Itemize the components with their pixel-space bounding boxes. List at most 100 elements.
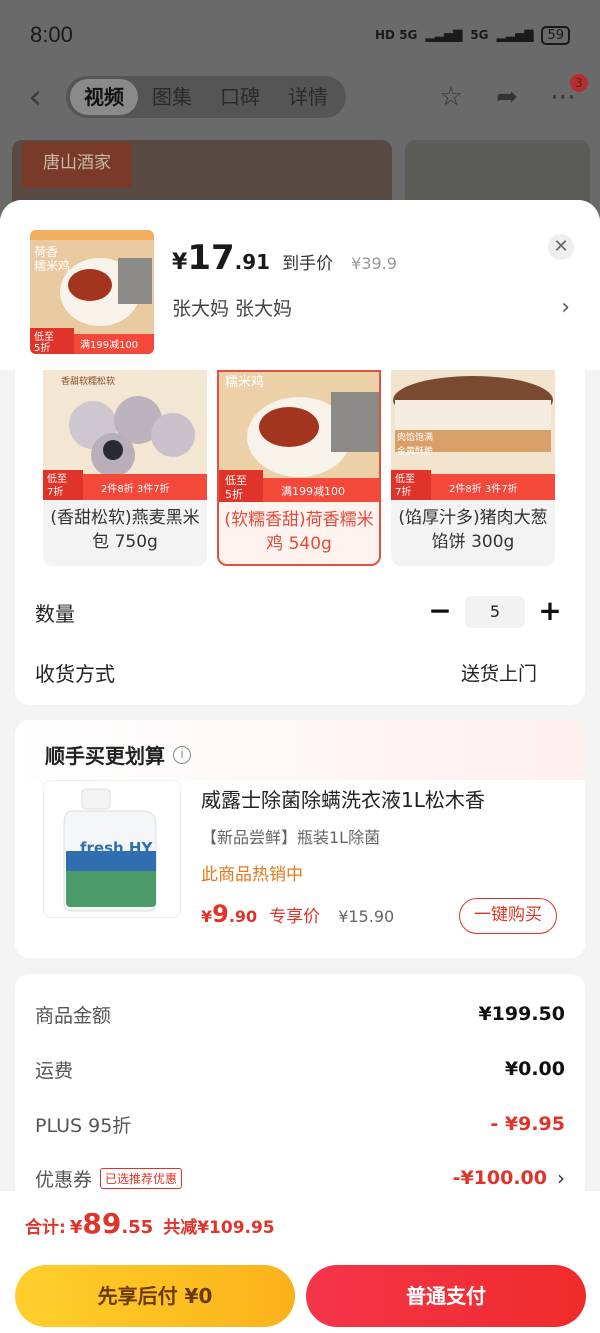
total-label: 合计: <box>25 1218 66 1238</box>
summary-value: - ¥9.95 <box>490 1113 565 1135</box>
network-indicator-2: 5G <box>470 28 489 42</box>
addon-old-price: ¥15.90 <box>338 907 395 926</box>
network-indicator-1: HD 5G <box>375 28 418 42</box>
svg-text:糯米鸡: 糯米鸡 <box>225 374 264 390</box>
sheet-header: 荷香 糯米鸡 低至 5折 满199减100 ¥ 17 .91 到手价 ¥39.9… <box>0 200 600 370</box>
addon-name[interactable]: 威露士除菌除螨洗衣液1L松木香 <box>201 784 485 813</box>
signal-bars-icon: ▂▃▅▇ <box>425 28 463 42</box>
notification-badge: 3 <box>570 74 588 92</box>
bottle-brand: fresh HY <box>80 839 153 857</box>
price-label: 到手价 <box>282 254 334 274</box>
original-price: ¥39.9 <box>351 254 397 273</box>
option-pork-scallion-pie[interactable]: 肉馅饱满 金黄酥脆 低至 7折 2件8折 3件7折 (馅厚汁多)猪肉大葱馅饼 3… <box>391 370 555 566</box>
media-tabs: 视频 图集 口碑 详情 <box>66 76 346 118</box>
address-row[interactable]: 张大妈 张大妈 › <box>172 294 570 321</box>
pay-later-button[interactable]: 先享后付 ¥0 <box>15 1265 295 1327</box>
svg-text:5折: 5折 <box>225 487 243 501</box>
tab-details[interactable]: 详情 <box>274 79 342 115</box>
summary-value: ¥199.50 <box>478 1003 565 1025</box>
battery-icon: 59 <box>541 25 570 45</box>
svg-text:满199减100: 满199减100 <box>281 485 345 498</box>
plus-button[interactable]: + <box>535 597 565 627</box>
svg-text:7折: 7折 <box>47 485 63 498</box>
option-label: (软糯香甜)荷香糯米鸡 540g <box>224 510 374 554</box>
svg-text:低至: 低至 <box>34 330 54 343</box>
option-oat-bun[interactable]: 低至 7折 2件8折 3件7折 香甜软糯松软 (香甜松软)燕麦黑米包 750g <box>43 370 207 566</box>
addon-hot-label: 此商品热销中 <box>201 865 303 885</box>
shipping-value: 送货上门 <box>460 662 537 685</box>
addon-subtitle: 【新品尝鲜】瓶装1L除菌 <box>201 828 381 847</box>
addon-price-integer: 9 <box>212 900 229 928</box>
svg-text:低至: 低至 <box>47 472 67 485</box>
minus-button[interactable]: − <box>425 597 455 627</box>
shipping-row[interactable]: 收货方式 送货上门 <box>35 652 565 692</box>
svg-text:荷香: 荷香 <box>34 245 58 259</box>
chevron-right-icon: › <box>561 295 570 320</box>
status-indicators: HD 5G ▂▃▅▇ 5G ▂▃▅▇ 59 <box>375 25 570 45</box>
summary-row-plus: PLUS 95折 - ¥9.95 <box>35 1104 565 1144</box>
total-line: 合计: ¥ 89 .55 共减¥109.95 <box>25 1207 275 1240</box>
options-card: 低至 7折 2件8折 3件7折 香甜软糯松软 (香甜松软)燕麦黑米包 750g <box>15 370 585 705</box>
svg-text:满199减100: 满199减100 <box>80 339 138 351</box>
checkout-bar: 合计: ¥ 89 .55 共减¥109.95 先享后付 ¥0 普通支付 <box>0 1191 600 1333</box>
addon-title-text: 顺手买更划算 <box>45 744 165 768</box>
chevron-right-icon: › <box>557 1166 565 1190</box>
svg-text:低至: 低至 <box>225 474 247 487</box>
svg-text:2件8折 3件7折: 2件8折 3件7折 <box>449 482 518 495</box>
summary-value: -¥100.00 <box>452 1167 547 1189</box>
summary-label: 商品金额 <box>35 1004 112 1027</box>
svg-text:低至: 低至 <box>395 472 415 485</box>
option-label: (香甜松软)燕麦黑米包 750g <box>50 508 200 552</box>
svg-text:2件8折 3件7折: 2件8折 3件7折 <box>101 482 170 495</box>
quantity-stepper: − 5 + <box>425 596 565 628</box>
tab-video[interactable]: 视频 <box>70 79 138 115</box>
option-lotus-rice-chicken[interactable]: 糯米鸡 低至 5折 满199减100 (软糯香甜)荷香糯米鸡 540g <box>217 370 381 566</box>
summary-row-shipping: 运费 ¥0.00 <box>35 1049 565 1089</box>
price-currency: ¥ <box>172 250 188 275</box>
option-label: (馅厚汁多)猪肉大葱馅饼 300g <box>398 508 548 552</box>
price-decimal: .91 <box>234 250 271 274</box>
share-icon[interactable]: ➦ <box>490 80 524 114</box>
summary-label: 优惠券 <box>35 1168 93 1191</box>
svg-text:7折: 7折 <box>395 485 411 498</box>
brand-logo: 唐山酒家 <box>22 142 132 188</box>
price-summary: 商品金额 ¥199.50 运费 ¥0.00 PLUS 95折 - ¥9.95 优… <box>15 974 585 1214</box>
more-icon[interactable]: ⋯ 3 <box>546 74 588 114</box>
summary-label: 运费 <box>35 1059 74 1082</box>
info-icon[interactable]: i <box>173 745 191 764</box>
pay-button[interactable]: 普通支付 <box>306 1265 586 1327</box>
summary-label: PLUS 95折 <box>35 1114 132 1137</box>
signal-bars-icon: ▂▃▅▇ <box>496 28 534 42</box>
close-icon[interactable]: ✕ <box>548 234 574 260</box>
svg-text:5折: 5折 <box>34 341 50 354</box>
addon-price: ¥ 9 .90 专享价 ¥15.90 <box>201 900 394 928</box>
star-icon[interactable]: ☆ <box>434 80 468 114</box>
svg-text:香甜软糯松软: 香甜软糯松软 <box>61 375 115 387</box>
back-arrow-icon[interactable]: ‹ <box>20 77 50 117</box>
addon-product-image[interactable]: fresh HY <box>43 780 181 918</box>
total-integer: 89 <box>82 1207 122 1240</box>
one-click-buy-button[interactable]: 一键购买 <box>459 898 557 934</box>
addon-price-decimal: .90 <box>228 907 258 926</box>
option-list: 低至 7折 2件8折 3件7折 香甜软糯松软 (香甜松软)燕麦黑米包 750g <box>43 370 555 566</box>
tab-gallery[interactable]: 图集 <box>138 79 206 115</box>
shipping-label: 收货方式 <box>35 661 115 686</box>
price-row: ¥ 17 .91 到手价 ¥39.9 <box>172 238 397 278</box>
tab-reviews[interactable]: 口碑 <box>206 79 274 115</box>
option-image: 低至 7折 2件8折 3件7折 香甜软糯松软 <box>43 370 207 500</box>
summary-value: ¥0.00 <box>504 1058 565 1080</box>
recipient-name: 张大妈 张大妈 <box>172 298 293 320</box>
price-integer: 17 <box>187 238 235 278</box>
selected-product-thumbnail: 荷香 糯米鸡 低至 5折 满199减100 <box>30 230 154 354</box>
addon-card: 顺手买更划算 i fresh HY 威露士除菌除螨洗衣液1L松木香 【新品尝鲜】… <box>15 720 585 958</box>
summary-row-goods: 商品金额 ¥199.50 <box>35 994 565 1034</box>
total-decimal: .55 <box>121 1217 154 1238</box>
addon-title: 顺手买更划算 i <box>45 740 191 769</box>
total-savings: 共减¥109.95 <box>163 1218 275 1238</box>
svg-text:金黄酥脆: 金黄酥脆 <box>397 445 433 457</box>
quantity-row: 数量 − 5 + <box>35 592 565 632</box>
status-bar: 8:00 HD 5G ▂▃▅▇ 5G ▂▃▅▇ 59 <box>0 0 600 70</box>
quantity-input[interactable]: 5 <box>465 596 525 628</box>
coupon-tag: 已选推荐优惠 <box>100 1167 183 1189</box>
addon-price-currency: ¥ <box>201 907 213 926</box>
